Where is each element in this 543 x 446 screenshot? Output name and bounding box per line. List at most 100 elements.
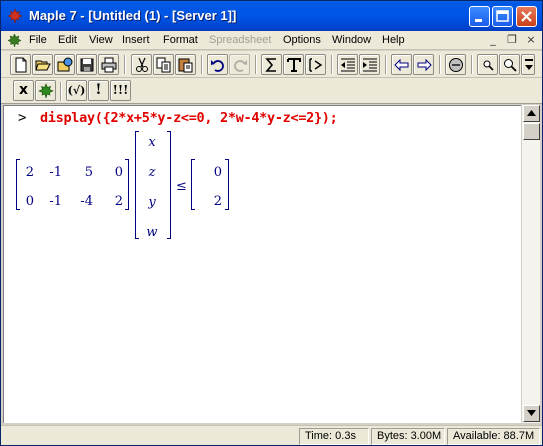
toolbar-overflow-button[interactable] xyxy=(521,54,535,75)
status-time: Time: 0.3s xyxy=(299,428,369,445)
menu-insert[interactable]: Insert xyxy=(122,34,150,46)
open-button[interactable] xyxy=(32,54,53,75)
arrow-right-icon xyxy=(417,58,432,72)
status-available: Available: 88.7M xyxy=(447,428,540,445)
matrix-a-cell: 5 xyxy=(84,165,93,180)
matrix-a-cell: -4 xyxy=(80,194,93,209)
maple-input[interactable]: display({2*x+5*y-z<=0, 2*w-4*y-z<=2}); xyxy=(40,110,338,126)
input-prompt: > xyxy=(18,110,27,126)
zoom-out-button[interactable] xyxy=(499,54,520,75)
open-folder-icon xyxy=(35,60,51,71)
matrix-a-cell: 2 xyxy=(114,194,123,209)
worksheet[interactable]: > display({2*x+5*y-z<=0, 2*w-4*y-z<=2});… xyxy=(3,105,521,423)
undo-icon xyxy=(211,60,224,72)
scroll-down-button[interactable] xyxy=(523,405,540,422)
menu-file[interactable]: File xyxy=(29,34,47,46)
menu-spreadsheet: Spreadsheet xyxy=(209,34,272,46)
outdent-icon xyxy=(341,58,355,72)
zoom-in-button[interactable] xyxy=(477,54,498,75)
sigma-icon xyxy=(265,58,276,72)
vector-x-left-bracket xyxy=(135,131,139,239)
toolbar-separator xyxy=(201,55,203,74)
triple-exclamation-icon: !!! xyxy=(112,83,129,97)
minimize-icon xyxy=(475,19,482,22)
vector-b-right-bracket xyxy=(225,159,229,210)
vertical-scrollbar[interactable] xyxy=(521,105,540,423)
menu-view[interactable]: View xyxy=(89,34,113,46)
maple-leaf-icon xyxy=(38,83,54,99)
copy-button[interactable] xyxy=(153,54,174,75)
evaluate-icon: (√) xyxy=(67,84,86,97)
redo-button xyxy=(229,54,250,75)
close-icon xyxy=(521,11,532,22)
paste-button[interactable] xyxy=(175,54,196,75)
vector-b-entry: 2 xyxy=(213,194,222,209)
indent-button[interactable] xyxy=(359,54,380,75)
open-url-button[interactable] xyxy=(54,54,75,75)
document-icon[interactable] xyxy=(7,33,22,48)
toolbar-separator xyxy=(385,55,387,74)
menu-options[interactable]: Options xyxy=(283,34,321,46)
open-url-icon xyxy=(57,57,73,72)
redo-icon xyxy=(234,60,247,72)
new-button[interactable] xyxy=(10,54,31,75)
main-toolbar xyxy=(1,51,542,78)
arrow-down-icon xyxy=(527,410,536,416)
maximize-icon xyxy=(496,10,509,22)
vector-x-entry: z xyxy=(148,165,156,180)
vector-x-entry: w xyxy=(146,225,158,240)
cut-button[interactable] xyxy=(131,54,152,75)
insert-text-button[interactable] xyxy=(283,54,304,75)
maple-leaf-icon xyxy=(7,8,23,24)
magnify-small-icon xyxy=(483,60,494,71)
maple-input-toggle[interactable] xyxy=(35,80,56,101)
matrix-a-cell: -1 xyxy=(49,194,62,209)
back-button[interactable] xyxy=(391,54,412,75)
menu-format[interactable]: Format xyxy=(163,34,198,46)
arrow-up-icon xyxy=(527,110,536,116)
stop-circle-icon xyxy=(449,58,463,72)
execute-button[interactable]: ! xyxy=(88,80,109,101)
matrix-a-cell: 0 xyxy=(25,194,34,209)
print-button[interactable] xyxy=(98,54,119,75)
toolbar-separator xyxy=(439,55,441,74)
printer-icon xyxy=(101,57,117,73)
maple-window: Maple 7 - [Untitled (1) - [Server 1]] Fi… xyxy=(0,0,543,446)
toolbar-separator xyxy=(255,55,257,74)
scroll-thumb[interactable] xyxy=(523,123,540,140)
forward-button[interactable] xyxy=(413,54,434,75)
title-bar[interactable]: Maple 7 - [Untitled (1) - [Server 1]] xyxy=(1,1,542,31)
menu-edit[interactable]: Edit xyxy=(58,34,77,46)
undo-button[interactable] xyxy=(207,54,228,75)
toolbar-separator xyxy=(124,55,126,74)
doc-close-button[interactable]: × xyxy=(523,33,539,47)
relation-symbol: ≤ xyxy=(176,179,187,194)
save-disk-icon xyxy=(80,58,94,72)
doc-minimize-button[interactable]: _ xyxy=(485,33,501,47)
vector-x-entry: y xyxy=(148,195,156,210)
close-button[interactable] xyxy=(516,6,537,27)
vector-b-left-bracket xyxy=(191,159,195,210)
status-bar: Time: 0.3s Bytes: 3.00M Available: 88.7M xyxy=(1,425,542,445)
text-mode-toggle[interactable]: x xyxy=(13,80,34,101)
menu-window[interactable]: Window xyxy=(332,34,371,46)
scroll-up-button[interactable] xyxy=(523,105,540,122)
vector-x-right-bracket xyxy=(167,131,171,239)
toolbar-separator xyxy=(331,55,333,74)
magnify-large-icon xyxy=(504,59,517,72)
execute-all-button[interactable]: !!! xyxy=(110,80,131,101)
insert-execution-group-button[interactable] xyxy=(305,54,326,75)
matrix-a-cell: 0 xyxy=(114,165,123,180)
evaluate-expression-button[interactable]: (√) xyxy=(66,80,87,101)
minimize-button[interactable] xyxy=(469,6,490,27)
maximize-button[interactable] xyxy=(492,6,513,27)
stop-button[interactable] xyxy=(445,54,466,75)
scissors-icon xyxy=(136,57,148,72)
outdent-button[interactable] xyxy=(337,54,358,75)
save-button[interactable] xyxy=(76,54,97,75)
doc-restore-button[interactable]: ❐ xyxy=(504,33,520,47)
insert-math-button[interactable] xyxy=(261,54,282,75)
menu-help[interactable]: Help xyxy=(382,34,405,46)
status-bytes: Bytes: 3.00M xyxy=(371,428,445,445)
chevron-down-icon xyxy=(525,59,533,70)
